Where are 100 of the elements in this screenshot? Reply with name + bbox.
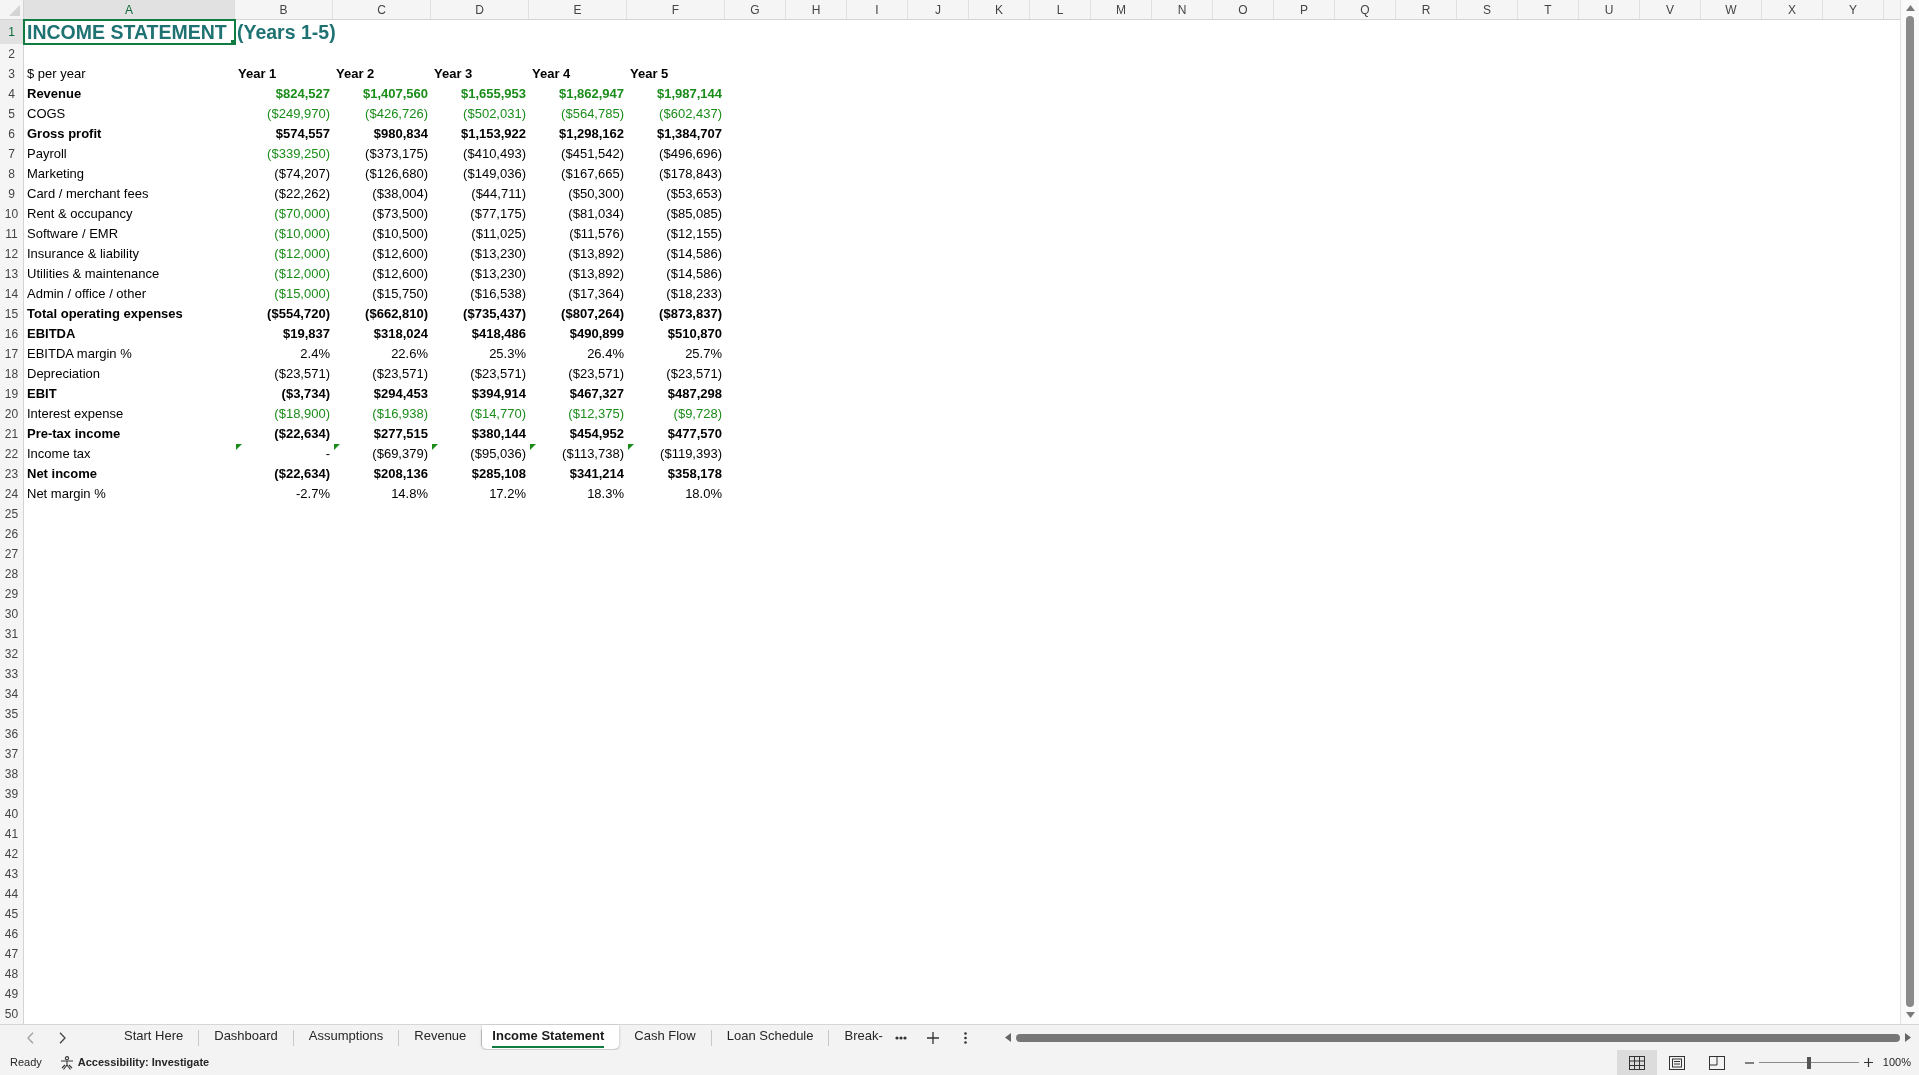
row-header[interactable]: 38 — [0, 764, 24, 784]
sheet-tab[interactable]: Loan Schedule — [711, 1025, 829, 1049]
column-header[interactable]: D — [431, 0, 529, 19]
row-header[interactable]: 22 — [0, 444, 24, 464]
column-header[interactable]: Q — [1335, 0, 1396, 19]
sheet-tab[interactable]: Income Statement — [482, 1025, 620, 1049]
accessibility-status[interactable]: Accessibility: Investigate — [77, 1054, 210, 1071]
column-header[interactable]: K — [969, 0, 1030, 19]
column-header[interactable]: X — [1762, 0, 1823, 19]
row-header[interactable]: 45 — [0, 904, 24, 924]
row-header[interactable]: 47 — [0, 944, 24, 964]
row-header[interactable]: 19 — [0, 384, 24, 404]
left-arrow-icon[interactable] — [1005, 1033, 1011, 1042]
row-header[interactable]: 44 — [0, 884, 24, 904]
row-header[interactable]: 42 — [0, 844, 24, 864]
column-header[interactable]: Y — [1823, 0, 1884, 19]
row-header[interactable]: 39 — [0, 784, 24, 804]
row-header[interactable]: 1 — [0, 20, 24, 44]
column-header[interactable]: H — [786, 0, 847, 19]
row-header[interactable]: 10 — [0, 204, 24, 224]
row-header[interactable]: 9 — [0, 184, 24, 204]
selected-cell[interactable]: INCOME STATEMENT — [23, 19, 236, 45]
more-icon[interactable] — [894, 1035, 907, 1040]
row-header[interactable]: 25 — [0, 504, 24, 524]
row-header[interactable]: 35 — [0, 704, 24, 724]
row-header[interactable]: 24 — [0, 484, 24, 504]
row-header[interactable]: 17 — [0, 344, 24, 364]
row-header[interactable]: 48 — [0, 964, 24, 984]
row-header[interactable]: 49 — [0, 984, 24, 1004]
column-header[interactable]: W — [1701, 0, 1762, 19]
scrollbar-thumb[interactable] — [1016, 1033, 1900, 1042]
row-header[interactable]: 23 — [0, 464, 24, 484]
accessibility-icon[interactable] — [59, 1055, 74, 1070]
row-header[interactable]: 26 — [0, 524, 24, 544]
row-header[interactable]: 15 — [0, 304, 24, 324]
column-header[interactable]: J — [908, 0, 969, 19]
sheet-tab[interactable]: Assumptions — [293, 1025, 399, 1049]
down-arrow-icon[interactable] — [1905, 1012, 1915, 1018]
column-header[interactable]: P — [1274, 0, 1335, 19]
row-header[interactable]: 4 — [0, 84, 24, 104]
column-header[interactable]: I — [847, 0, 908, 19]
vertical-dots-icon[interactable] — [963, 1031, 967, 1044]
chevron-right-icon[interactable] — [59, 1031, 66, 1044]
row-header[interactable]: 32 — [0, 644, 24, 664]
sheet-tab[interactable]: Dashboard — [199, 1025, 293, 1049]
row-header[interactable]: 31 — [0, 624, 24, 644]
column-header[interactable]: R — [1396, 0, 1457, 19]
row-header[interactable]: 46 — [0, 924, 24, 944]
column-header[interactable]: F — [627, 0, 725, 19]
column-header[interactable]: M — [1091, 0, 1152, 19]
row-header[interactable]: 3 — [0, 64, 24, 84]
row-header[interactable]: 50 — [0, 1004, 24, 1024]
row-header[interactable]: 20 — [0, 404, 24, 424]
row-header[interactable]: 27 — [0, 544, 24, 564]
sheet-tab[interactable]: Revenue — [399, 1025, 482, 1049]
right-arrow-icon[interactable] — [1905, 1033, 1911, 1042]
column-header[interactable]: A — [24, 0, 235, 19]
zoom-slider-thumb[interactable] — [1806, 1056, 1811, 1069]
row-header[interactable]: 12 — [0, 244, 24, 264]
row-header[interactable]: 37 — [0, 744, 24, 764]
row-header[interactable]: 33 — [0, 664, 24, 684]
column-header[interactable]: S — [1457, 0, 1518, 19]
row-header[interactable]: 41 — [0, 824, 24, 844]
row-header[interactable]: 14 — [0, 284, 24, 304]
column-header[interactable]: C — [333, 0, 431, 19]
row-header[interactable]: 16 — [0, 324, 24, 344]
column-header[interactable]: N — [1152, 0, 1213, 19]
scrollbar-thumb[interactable] — [1906, 16, 1914, 1007]
column-header[interactable]: T — [1518, 0, 1579, 19]
row-header[interactable]: 30 — [0, 604, 24, 624]
row-header[interactable]: 8 — [0, 164, 24, 184]
column-header[interactable]: G — [725, 0, 786, 19]
minus-icon[interactable] — [1744, 1061, 1754, 1064]
column-header[interactable]: B — [235, 0, 333, 19]
row-header[interactable]: 36 — [0, 724, 24, 744]
column-header[interactable]: V — [1640, 0, 1701, 19]
sheet-tab[interactable]: Cash Flow — [619, 1025, 711, 1049]
zoom-slider-track[interactable] — [1758, 1056, 1859, 1069]
row-header[interactable]: 34 — [0, 684, 24, 704]
row-header[interactable]: 40 — [0, 804, 24, 824]
row-header[interactable]: 13 — [0, 264, 24, 284]
sheet-tab[interactable]: Break- — [829, 1025, 891, 1049]
sheet-tab[interactable]: Start Here — [109, 1025, 199, 1049]
row-header[interactable]: 2 — [0, 44, 24, 64]
row-header[interactable]: 29 — [0, 584, 24, 604]
column-header[interactable]: E — [529, 0, 627, 19]
row-header[interactable]: 43 — [0, 864, 24, 884]
row-header[interactable]: 5 — [0, 104, 24, 124]
up-arrow-icon[interactable] — [1905, 5, 1915, 11]
column-header[interactable]: O — [1213, 0, 1274, 19]
column-header[interactable]: U — [1579, 0, 1640, 19]
row-header[interactable]: 28 — [0, 564, 24, 584]
column-header[interactable]: L — [1030, 0, 1091, 19]
row-header[interactable]: 11 — [0, 224, 24, 244]
row-header[interactable]: 21 — [0, 424, 24, 444]
view-button[interactable] — [1616, 1050, 1657, 1075]
row-header[interactable]: 6 — [0, 124, 24, 144]
plus-icon[interactable] — [926, 1031, 939, 1044]
row-header[interactable]: 7 — [0, 144, 24, 164]
row-header[interactable]: 18 — [0, 364, 24, 384]
